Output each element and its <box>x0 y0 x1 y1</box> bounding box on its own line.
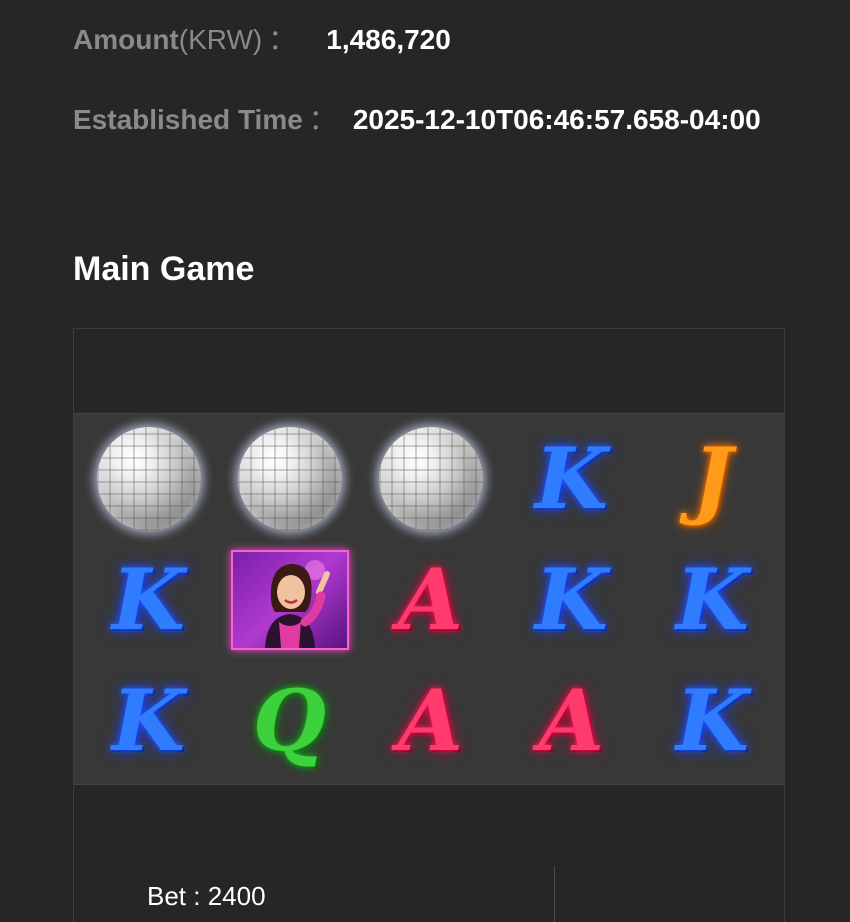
round-detail-page: Amount (KRW) ： 1,486,720 Established Tim… <box>0 0 850 922</box>
reel-cell: K <box>501 539 642 660</box>
amount-row: Amount (KRW) ： 1,486,720 <box>73 18 451 58</box>
symbol-a-icon: A <box>397 670 464 770</box>
symbol-k-icon: K <box>534 549 608 649</box>
amount-label: Amount <box>73 24 179 55</box>
disco-ball-icon <box>96 426 201 531</box>
reel-cell <box>219 418 360 539</box>
reel-cell: Q <box>219 660 360 781</box>
reel-cell <box>360 418 501 539</box>
section-title: Main Game <box>73 250 255 288</box>
divider <box>554 866 555 922</box>
reel-cell: K <box>78 660 219 781</box>
reel-cell: K <box>642 539 783 660</box>
bet-amount: Bet : 2400 <box>147 881 266 911</box>
reel-cell: A <box>360 660 501 781</box>
symbol-k-icon: K <box>534 428 608 528</box>
reel-cell: K <box>78 539 219 660</box>
established-time-label: Established Time <box>73 104 303 135</box>
established-time-value: 2025-12-10T06:46:57.658-04:00 <box>352 104 761 135</box>
symbol-k-icon: K <box>111 549 185 649</box>
symbol-a-icon: A <box>397 549 464 649</box>
disco-ball-icon <box>237 426 342 531</box>
main-game-panel: KJKAKKKQAAK Bet : 2400 <box>73 328 785 922</box>
reel-cell: J <box>642 418 783 539</box>
disco-ball-icon <box>378 426 483 531</box>
bet-bar: Bet : 2400 <box>74 784 784 922</box>
reel-area: KJKAKKKQAAK <box>74 413 784 785</box>
woman-portrait-icon <box>230 549 349 650</box>
amount-colon: ： <box>268 24 297 55</box>
reel-cell: K <box>501 418 642 539</box>
symbol-a-icon: A <box>538 670 605 770</box>
reel-cell: A <box>501 660 642 781</box>
established-time-colon: ： <box>308 104 337 135</box>
reel-cell: A <box>360 539 501 660</box>
reel-cell <box>219 539 360 660</box>
symbol-j-icon: J <box>692 428 733 528</box>
reel-cell <box>78 418 219 539</box>
reel-grid: KJKAKKKQAAK <box>78 418 783 781</box>
woman-figure-icon <box>264 559 330 648</box>
symbol-k-icon: K <box>675 670 749 770</box>
symbol-q-icon: Q <box>252 670 327 770</box>
amount-value: 1,486,720 <box>326 24 451 55</box>
reel-cell: K <box>642 660 783 781</box>
symbol-k-icon: K <box>675 549 749 649</box>
established-time-row: Established Time ： 2025-12-10T06:46:57.6… <box>73 98 761 138</box>
amount-unit: (KRW) <box>178 24 263 55</box>
symbol-k-icon: K <box>111 670 185 770</box>
